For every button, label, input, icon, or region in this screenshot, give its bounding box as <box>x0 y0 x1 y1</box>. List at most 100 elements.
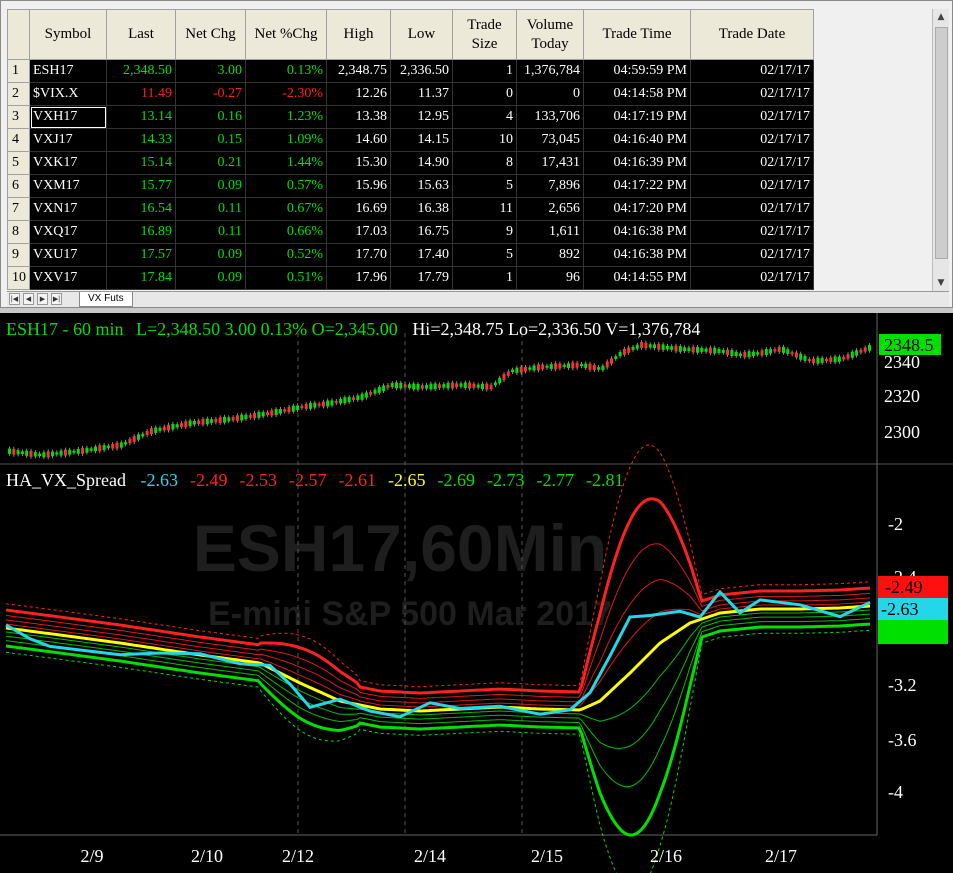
sheet-tab-vx-futs[interactable]: VX Futs <box>79 292 133 307</box>
cell-high[interactable]: 15.30 <box>326 151 391 175</box>
cell-last[interactable]: 17.84 <box>106 266 176 290</box>
cell-volume[interactable]: 17,431 <box>516 151 584 175</box>
cell-date[interactable]: 02/17/17 <box>690 220 814 244</box>
cell-high[interactable]: 15.96 <box>326 174 391 198</box>
cell-volume[interactable]: 73,045 <box>516 128 584 152</box>
col-header-net-pct-chg[interactable]: Net %Chg <box>245 9 327 60</box>
cell-symbol[interactable]: VXK17 <box>29 151 107 175</box>
scroll-down-icon[interactable]: ▼ <box>933 275 949 291</box>
cell-symbol[interactable]: ESH17 <box>29 59 107 83</box>
row-number[interactable]: 4 <box>7 128 30 152</box>
cell-volume[interactable]: 133,706 <box>516 105 584 129</box>
cell-net-chg[interactable]: 0.11 <box>175 197 246 221</box>
cell-pct-chg[interactable]: 0.67% <box>245 197 327 221</box>
table-row[interactable]: 2 $VIX.X 11.49 -0.27 -2.30% 12.26 11.37 0 0 04:14… <box>7 82 814 106</box>
row-number[interactable]: 3 <box>7 105 30 129</box>
cell-last[interactable]: 16.54 <box>106 197 176 221</box>
cell-last[interactable]: 17.57 <box>106 243 176 267</box>
cell-pct-chg[interactable]: 1.44% <box>245 151 327 175</box>
col-header-last[interactable]: Last <box>106 9 176 60</box>
cell-time[interactable]: 04:16:39 PM <box>583 151 691 175</box>
cell-time[interactable]: 04:14:55 PM <box>583 266 691 290</box>
cell-symbol[interactable]: VXV17 <box>29 266 107 290</box>
cell-volume[interactable]: 0 <box>516 82 584 106</box>
table-row[interactable]: 4 VXJ17 14.33 0.15 1.09% 14.60 14.15 10 73,045 04… <box>7 128 814 152</box>
cell-high[interactable]: 13.38 <box>326 105 391 129</box>
cell-last[interactable]: 2,348.50 <box>106 59 176 83</box>
table-row[interactable]: 6 VXM17 15.77 0.09 0.57% 15.96 15.63 5 7,896 04:1… <box>7 174 814 198</box>
cell-net-chg[interactable]: 3.00 <box>175 59 246 83</box>
cell-date[interactable]: 02/17/17 <box>690 243 814 267</box>
cell-symbol[interactable]: VXU17 <box>29 243 107 267</box>
row-number[interactable]: 9 <box>7 243 30 267</box>
vertical-scrollbar[interactable]: ▲ ▼ <box>932 9 949 291</box>
cell-pct-chg[interactable]: 0.57% <box>245 174 327 198</box>
cell-size[interactable]: 10 <box>452 128 517 152</box>
chart-canvas[interactable]: ESH17,60Min E-mini S&P 500 Mar 2017 2340… <box>0 313 953 873</box>
col-header-net-chg[interactable]: Net Chg <box>175 9 246 60</box>
cell-last[interactable]: 15.14 <box>106 151 176 175</box>
cell-size[interactable]: 8 <box>452 151 517 175</box>
cell-high[interactable]: 17.96 <box>326 266 391 290</box>
col-header-symbol[interactable]: Symbol <box>29 9 107 60</box>
table-row[interactable]: 8 VXQ17 16.89 0.11 0.66% 17.03 16.75 9 1,611 04:1… <box>7 220 814 244</box>
cell-time[interactable]: 04:17:20 PM <box>583 197 691 221</box>
cell-low[interactable]: 11.37 <box>390 82 453 106</box>
chart-window[interactable]: ESH17,60Min E-mini S&P 500 Mar 2017 2340… <box>0 313 953 873</box>
table-row[interactable]: 3 VXH17 13.14 0.16 1.23% 13.38 12.95 4 133,706 04… <box>7 105 814 129</box>
cell-date[interactable]: 02/17/17 <box>690 174 814 198</box>
cell-last[interactable]: 15.77 <box>106 174 176 198</box>
next-sheet-icon[interactable]: ▶ <box>37 293 48 305</box>
cell-date[interactable]: 02/17/17 <box>690 266 814 290</box>
cell-date[interactable]: 02/17/17 <box>690 197 814 221</box>
row-number[interactable]: 10 <box>7 266 30 290</box>
cell-date[interactable]: 02/17/17 <box>690 151 814 175</box>
cell-date[interactable]: 02/17/17 <box>690 105 814 129</box>
cell-last[interactable]: 11.49 <box>106 82 176 106</box>
cell-time[interactable]: 04:16:38 PM <box>583 220 691 244</box>
prev-sheet-icon[interactable]: ◀ <box>23 293 34 305</box>
cell-low[interactable]: 17.79 <box>390 266 453 290</box>
cell-pct-chg[interactable]: -2.30% <box>245 82 327 106</box>
cell-low[interactable]: 15.63 <box>390 174 453 198</box>
cell-time[interactable]: 04:16:38 PM <box>583 243 691 267</box>
cell-net-chg[interactable]: 0.15 <box>175 128 246 152</box>
cell-low[interactable]: 16.38 <box>390 197 453 221</box>
cell-time[interactable]: 04:59:59 PM <box>583 59 691 83</box>
scroll-up-icon[interactable]: ▲ <box>933 9 949 25</box>
cell-symbol[interactable]: VXM17 <box>29 174 107 198</box>
cell-volume[interactable]: 1,611 <box>516 220 584 244</box>
cell-pct-chg[interactable]: 0.13% <box>245 59 327 83</box>
cell-net-chg[interactable]: -0.27 <box>175 82 246 106</box>
cell-low[interactable]: 17.40 <box>390 243 453 267</box>
cell-symbol[interactable]: VXH17 <box>29 105 107 129</box>
cell-size[interactable]: 1 <box>452 59 517 83</box>
row-number[interactable]: 6 <box>7 174 30 198</box>
cell-symbol[interactable]: VXJ17 <box>29 128 107 152</box>
cell-pct-chg[interactable]: 0.52% <box>245 243 327 267</box>
cell-net-chg[interactable]: 0.11 <box>175 220 246 244</box>
cell-high[interactable]: 14.60 <box>326 128 391 152</box>
first-sheet-icon[interactable]: |◀ <box>9 293 20 305</box>
cell-pct-chg[interactable]: 0.66% <box>245 220 327 244</box>
cell-pct-chg[interactable]: 1.09% <box>245 128 327 152</box>
cell-high[interactable]: 2,348.75 <box>326 59 391 83</box>
cell-high[interactable]: 12.26 <box>326 82 391 106</box>
cell-low[interactable]: 2,336.50 <box>390 59 453 83</box>
cell-high[interactable]: 16.69 <box>326 197 391 221</box>
row-number[interactable]: 1 <box>7 59 30 83</box>
cell-time[interactable]: 04:17:19 PM <box>583 105 691 129</box>
cell-net-chg[interactable]: 0.09 <box>175 243 246 267</box>
cell-size[interactable]: 5 <box>452 243 517 267</box>
cell-net-chg[interactable]: 0.09 <box>175 174 246 198</box>
scroll-thumb[interactable] <box>935 27 948 259</box>
col-header-trade-time[interactable]: Trade Time <box>583 9 691 60</box>
cell-symbol[interactable]: VXN17 <box>29 197 107 221</box>
cell-time[interactable]: 04:17:22 PM <box>583 174 691 198</box>
row-number[interactable]: 5 <box>7 151 30 175</box>
cell-net-chg[interactable]: 0.21 <box>175 151 246 175</box>
cell-size[interactable]: 9 <box>452 220 517 244</box>
col-header-trade-date[interactable]: Trade Date <box>690 9 814 60</box>
cell-volume[interactable]: 96 <box>516 266 584 290</box>
cell-net-chg[interactable]: 0.16 <box>175 105 246 129</box>
